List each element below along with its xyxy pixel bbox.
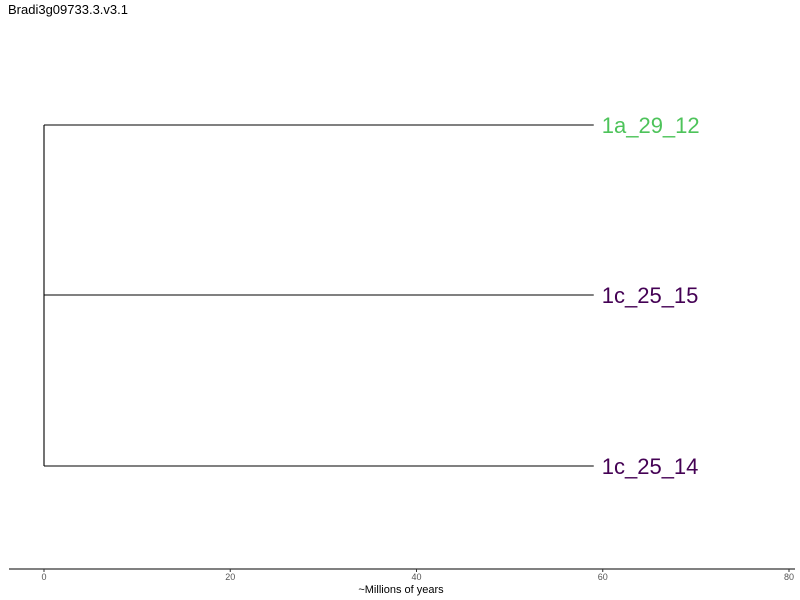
phylogenetic-tree: Bradi3g09733.3.v3.1 1a_29_12 1c_25_15 1c_2… bbox=[8, 2, 795, 596]
tip-label-1a_29_12[interactable]: 1a_29_12 bbox=[602, 113, 700, 138]
tree-title: Bradi3g09733.3.v3.1 bbox=[8, 2, 128, 17]
x-tick-label-60: 60 bbox=[598, 572, 608, 582]
tip-label-1c_25_14[interactable]: 1c_25_14 bbox=[602, 454, 699, 479]
x-tick-label-40: 40 bbox=[411, 572, 421, 582]
x-tick-label-0: 0 bbox=[41, 572, 46, 582]
x-tick-label-20: 20 bbox=[225, 572, 235, 582]
tip-labels: 1a_29_12 1c_25_15 1c_25_14 bbox=[602, 113, 700, 479]
tip-label-1c_25_15[interactable]: 1c_25_15 bbox=[602, 283, 699, 308]
tree-branches bbox=[43, 124, 594, 467]
x-axis-ticks: 0 20 40 60 80 bbox=[41, 569, 794, 582]
x-axis-title: ~Millions of years bbox=[358, 584, 444, 596]
time-axis: 0 20 40 60 80 ~Millions of years bbox=[9, 568, 795, 596]
x-tick-label-80: 80 bbox=[784, 572, 794, 582]
